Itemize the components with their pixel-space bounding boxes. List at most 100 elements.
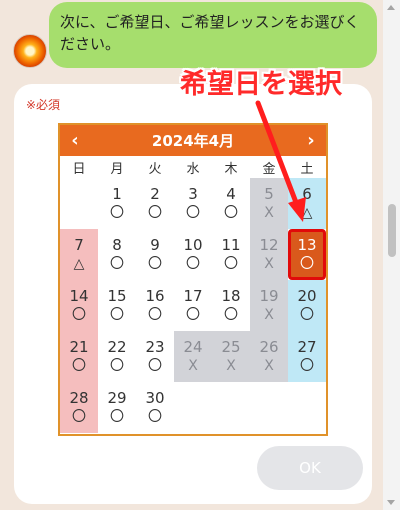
- day-cell-28[interactable]: 28 〇: [60, 382, 98, 433]
- availability-mark: 〇: [300, 306, 314, 323]
- day-cell-16[interactable]: 16 〇: [136, 280, 174, 331]
- weekday-wed: 水: [186, 161, 200, 177]
- availability-mark: 〇: [110, 306, 124, 323]
- empty-day-cell: [212, 382, 250, 433]
- availability-mark: 〇: [300, 357, 314, 374]
- day-number: 4: [226, 184, 236, 203]
- availability-mark: 〇: [110, 357, 124, 374]
- day-cell-2[interactable]: 2〇: [136, 178, 174, 229]
- availability-mark: △: [301, 204, 313, 221]
- day-number: 16: [145, 286, 165, 305]
- day-number: 3: [188, 184, 198, 203]
- day-number: 7: [74, 235, 84, 254]
- availability-mark: 〇: [148, 408, 162, 425]
- availability-mark: 〇: [72, 306, 86, 323]
- day-cell-19: 19 X: [250, 280, 288, 331]
- weekday-header-row: 日 月 火 水 木 金 土: [60, 156, 326, 178]
- day-number: 20: [297, 286, 317, 305]
- day-cell-4[interactable]: 4〇: [212, 178, 250, 229]
- day-number: 30: [145, 388, 165, 407]
- day-cell-3[interactable]: 3〇: [174, 178, 212, 229]
- chat-message-bubble: 次に、ご希望日、ご希望レッスンをお選びください。: [49, 2, 377, 68]
- day-number: 15: [107, 286, 127, 305]
- day-cell-7[interactable]: 7 △: [60, 229, 98, 280]
- availability-mark: △: [73, 255, 85, 272]
- availability-mark: 〇: [186, 255, 200, 272]
- availability-mark: X: [264, 204, 274, 221]
- day-number: 28: [69, 388, 89, 407]
- day-cell-6[interactable]: 6 △: [288, 178, 326, 229]
- day-cell-11[interactable]: 11 〇: [212, 229, 250, 280]
- calendar-month-title: 2024年4月: [151, 132, 235, 150]
- day-cell-30[interactable]: 30 〇: [136, 382, 174, 433]
- weekday-thu: 木: [224, 161, 238, 177]
- day-number: 1: [112, 184, 122, 203]
- day-cell-27[interactable]: 27 〇: [288, 331, 326, 382]
- weekday-fri: 金: [262, 161, 276, 177]
- day-number: 6: [302, 184, 312, 203]
- page-scrollbar[interactable]: [383, 0, 400, 510]
- next-month-button[interactable]: ›: [296, 125, 326, 156]
- scroll-down-icon[interactable]: [387, 500, 395, 505]
- availability-mark: 〇: [110, 204, 124, 221]
- day-cell-9[interactable]: 9〇: [136, 229, 174, 280]
- day-cell-17[interactable]: 17 〇: [174, 280, 212, 331]
- day-cell-13[interactable]: 13 〇: [288, 229, 326, 280]
- availability-mark: X: [188, 357, 198, 374]
- day-number: 22: [107, 337, 127, 356]
- availability-mark: 〇: [110, 408, 124, 425]
- calendar-header: ‹ 2024年4月 ›: [60, 125, 326, 156]
- day-number: 12: [259, 235, 279, 254]
- day-cell-23[interactable]: 23 〇: [136, 331, 174, 382]
- weekday-tue: 火: [148, 161, 162, 177]
- availability-mark: X: [264, 306, 274, 323]
- day-number: 14: [69, 286, 89, 305]
- day-cell-14[interactable]: 14 〇: [60, 280, 98, 331]
- chevron-right-icon: ›: [307, 130, 315, 151]
- availability-mark: 〇: [148, 204, 162, 221]
- day-cell-10[interactable]: 10 〇: [174, 229, 212, 280]
- day-cell-1[interactable]: 1〇: [98, 178, 136, 229]
- availability-mark: 〇: [72, 408, 86, 425]
- required-label: ※必須: [26, 98, 61, 112]
- prev-month-button[interactable]: ‹: [60, 125, 90, 156]
- empty-day-cell: [288, 382, 326, 433]
- day-number: 18: [221, 286, 241, 305]
- availability-mark: 〇: [148, 255, 162, 272]
- calendar-day-grid: 1 〇 2 〇 3 〇 4 〇 5 X 6 △ 7 △ 8 〇 9 〇 10 〇 11 〇 12 X 13 〇 14 〇 15 〇 16 〇 1…: [60, 178, 326, 433]
- availability-mark: 〇: [72, 357, 86, 374]
- day-cell-29[interactable]: 29 〇: [98, 382, 136, 433]
- day-cell-18[interactable]: 18 〇: [212, 280, 250, 331]
- date-picker-card: ※必須 ‹ 2024年4月 › 日 月 火 水 木 金 土 1〇2〇3〇4〇5X…: [14, 84, 372, 504]
- day-number: 8: [112, 235, 122, 254]
- weekday-mon: 月: [110, 161, 124, 177]
- empty-day-cell: [250, 382, 288, 433]
- empty-day-cell: [60, 178, 98, 229]
- day-number: 23: [145, 337, 165, 356]
- day-cell-26: 26 X: [250, 331, 288, 382]
- day-number: 11: [221, 235, 241, 254]
- annotation-label: 希望日を選択: [180, 69, 342, 100]
- day-cell-22[interactable]: 22 〇: [98, 331, 136, 382]
- availability-mark: 〇: [300, 255, 314, 272]
- day-number: 26: [259, 337, 279, 356]
- scrollbar-thumb[interactable]: [388, 204, 396, 257]
- day-cell-8[interactable]: 8〇: [98, 229, 136, 280]
- empty-day-cell: [174, 382, 212, 433]
- chat-message-text: 次に、ご希望日、ご希望レッスンをお選びください。: [60, 13, 360, 53]
- day-number: 2: [150, 184, 160, 203]
- day-number: 10: [183, 235, 203, 254]
- availability-mark: 〇: [186, 306, 200, 323]
- day-number: 17: [183, 286, 203, 305]
- day-cell-15[interactable]: 15 〇: [98, 280, 136, 331]
- day-cell-21[interactable]: 21 〇: [60, 331, 98, 382]
- scroll-up-icon[interactable]: [387, 5, 395, 10]
- availability-mark: 〇: [148, 357, 162, 374]
- availability-mark: 〇: [224, 204, 238, 221]
- day-cell-24: 24 X: [174, 331, 212, 382]
- day-cell-25: 25 X: [212, 331, 250, 382]
- availability-mark: 〇: [224, 306, 238, 323]
- weekday-sat: 土: [300, 161, 314, 177]
- ok-button[interactable]: OK: [257, 446, 363, 490]
- day-cell-20[interactable]: 20 〇: [288, 280, 326, 331]
